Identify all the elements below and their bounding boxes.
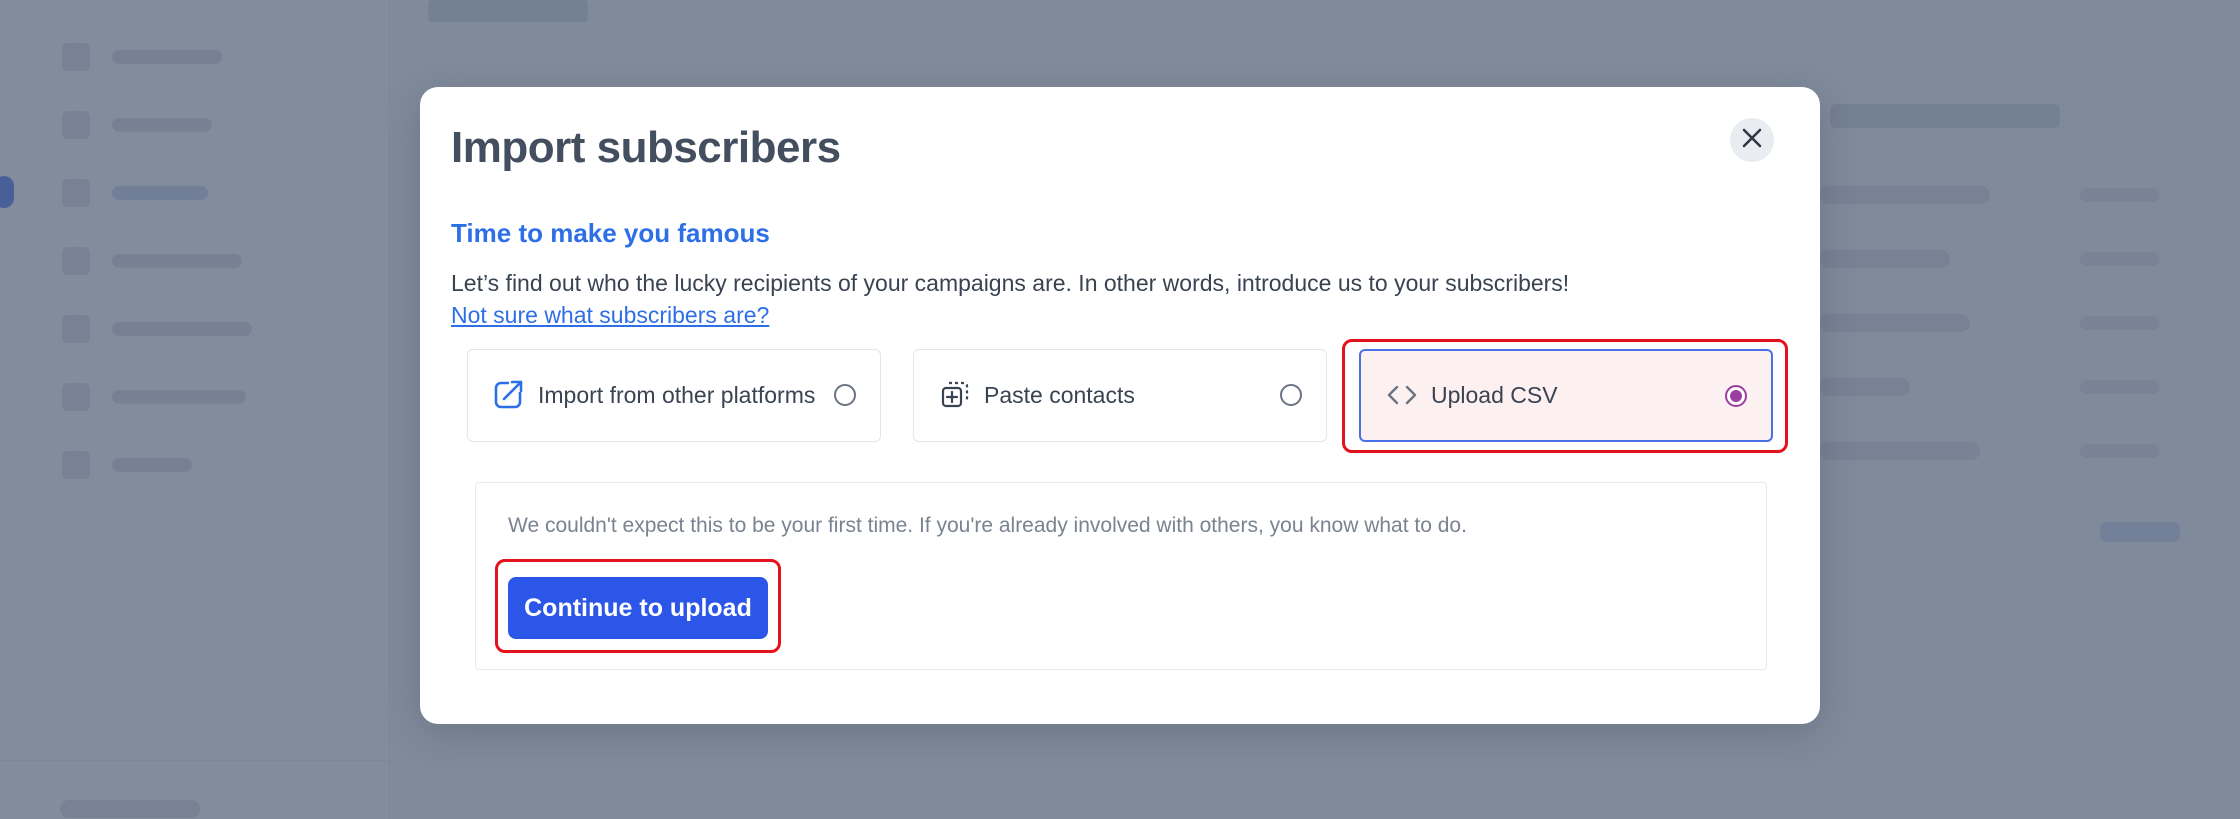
intro-text: Let’s find out who the lucky recipients … xyxy=(451,270,1570,296)
import-subscribers-modal: Import subscribers Time to make you famo… xyxy=(420,87,1820,724)
close-button[interactable] xyxy=(1730,118,1774,162)
continue-to-upload-button[interactable]: Continue to upload xyxy=(508,577,768,639)
info-panel: We couldn't expect this to be your first… xyxy=(475,482,1767,670)
option-radio[interactable] xyxy=(1280,384,1302,406)
code-icon xyxy=(1385,378,1419,412)
option-radio-selected[interactable] xyxy=(1725,385,1747,407)
option-label: Paste contacts xyxy=(984,382,1135,408)
option-radio[interactable] xyxy=(834,384,856,406)
modal-title: Import subscribers xyxy=(451,123,841,172)
external-import-icon xyxy=(492,377,526,411)
info-text: We couldn't expect this to be your first… xyxy=(508,514,1467,537)
option-import-from-platforms[interactable]: Import from other platforms xyxy=(467,349,881,442)
section-title: Time to make you famous xyxy=(451,218,770,248)
option-label: Upload CSV xyxy=(1431,382,1558,408)
option-label: Import from other platforms xyxy=(538,382,816,408)
close-icon xyxy=(1741,127,1763,154)
paste-icon xyxy=(938,377,972,411)
subscribers-help-link[interactable]: Not sure what subscribers are? xyxy=(451,302,769,329)
option-paste-contacts[interactable]: Paste contacts xyxy=(913,349,1327,442)
option-upload-csv[interactable]: Upload CSV xyxy=(1359,349,1773,442)
